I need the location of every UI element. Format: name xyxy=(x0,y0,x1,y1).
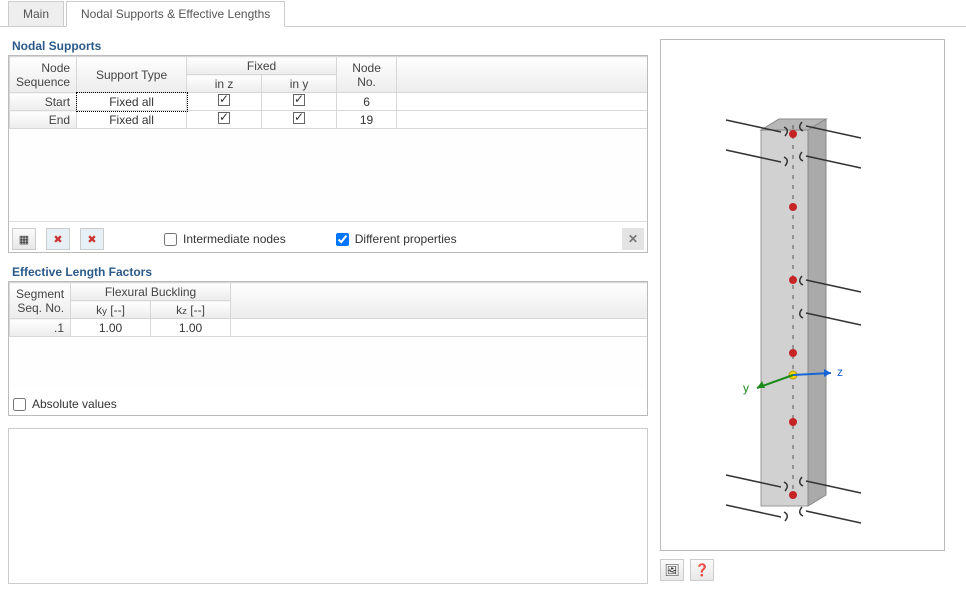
axis-y-label: y xyxy=(743,381,749,395)
row-seq: Start xyxy=(10,93,77,111)
tab-nodal-supports[interactable]: Nodal Supports & Effective Lengths xyxy=(66,1,285,27)
close-button[interactable]: ✕ xyxy=(622,228,644,250)
row-kz[interactable]: 1.00 xyxy=(151,319,231,337)
checkbox-icon xyxy=(293,112,305,124)
checkbox-label: Absolute values xyxy=(32,397,117,411)
viewer-help-button[interactable]: ❓ xyxy=(690,559,714,581)
row-ky[interactable]: 1.00 xyxy=(71,319,151,337)
viewer-image-button[interactable]: 🖼 xyxy=(660,559,684,581)
row-in-y[interactable] xyxy=(262,111,337,129)
row-seq: .1 xyxy=(10,319,71,337)
delete-icon: ✖ xyxy=(87,233,96,246)
col-node-sequence: Node Sequence xyxy=(10,57,77,93)
effective-lengths-table: Segment Seq. No. Flexural Buckling ky [-… xyxy=(8,281,648,416)
col-flexural: Flexural Buckling xyxy=(71,283,231,301)
image-icon: 🖼 xyxy=(664,563,679,577)
tab-main[interactable]: Main xyxy=(8,1,64,27)
checkbox-label: Different properties xyxy=(355,232,457,246)
row-in-z[interactable] xyxy=(187,93,262,111)
col-kz: kz [--] xyxy=(151,301,231,319)
help-icon: ❓ xyxy=(695,563,710,577)
tab-strip: Main Nodal Supports & Effective Lengths xyxy=(0,0,966,27)
intermediate-nodes-checkbox[interactable]: Intermediate nodes xyxy=(164,232,286,246)
table-icon: ▦ xyxy=(19,233,29,246)
row-in-y[interactable] xyxy=(262,93,337,111)
info-panel xyxy=(8,428,648,584)
row-support-type[interactable]: Fixed all xyxy=(77,93,187,111)
checkbox-icon xyxy=(218,94,230,106)
col-ky: ky [--] xyxy=(71,301,151,319)
nodal-supports-table: Node Sequence Support Type Fixed Node No… xyxy=(8,55,648,253)
checkbox-icon xyxy=(218,112,230,124)
checkbox-label: Intermediate nodes xyxy=(183,232,286,246)
add-row-button[interactable]: ▦ xyxy=(12,228,36,250)
row-in-z[interactable] xyxy=(187,111,262,129)
table-row[interactable]: End Fixed all 19 xyxy=(10,111,648,129)
table-row[interactable]: Start Fixed all 6 xyxy=(10,93,648,111)
row-support-type[interactable]: Fixed all xyxy=(77,111,187,129)
absolute-values-checkbox[interactable]: Absolute values xyxy=(13,397,643,411)
row-node-no: 6 xyxy=(337,93,397,111)
nodal-supports-title: Nodal Supports xyxy=(8,37,648,55)
col-support-type: Support Type xyxy=(77,57,187,93)
close-icon: ✕ xyxy=(628,232,638,246)
model-viewer[interactable]: z y xyxy=(660,39,945,551)
checkbox-icon xyxy=(293,94,305,106)
col-in-z: in z xyxy=(187,75,262,93)
different-properties-checkbox[interactable]: Different properties xyxy=(336,232,457,246)
effective-lengths-title: Effective Length Factors xyxy=(8,263,648,281)
delete-all-button[interactable]: ✖ xyxy=(80,228,104,250)
col-in-y: in y xyxy=(262,75,337,93)
col-node-no: Node No. xyxy=(337,57,397,93)
col-fixed: Fixed xyxy=(187,57,337,75)
row-node-no: 19 xyxy=(337,111,397,129)
row-seq: End xyxy=(10,111,77,129)
table-row[interactable]: .1 1.00 1.00 xyxy=(10,319,648,337)
col-segment: Segment Seq. No. xyxy=(10,283,71,319)
delete-row-button[interactable]: ✖ xyxy=(46,228,70,250)
axis-z-label: z xyxy=(837,365,843,379)
delete-icon: ✖ xyxy=(53,233,62,246)
